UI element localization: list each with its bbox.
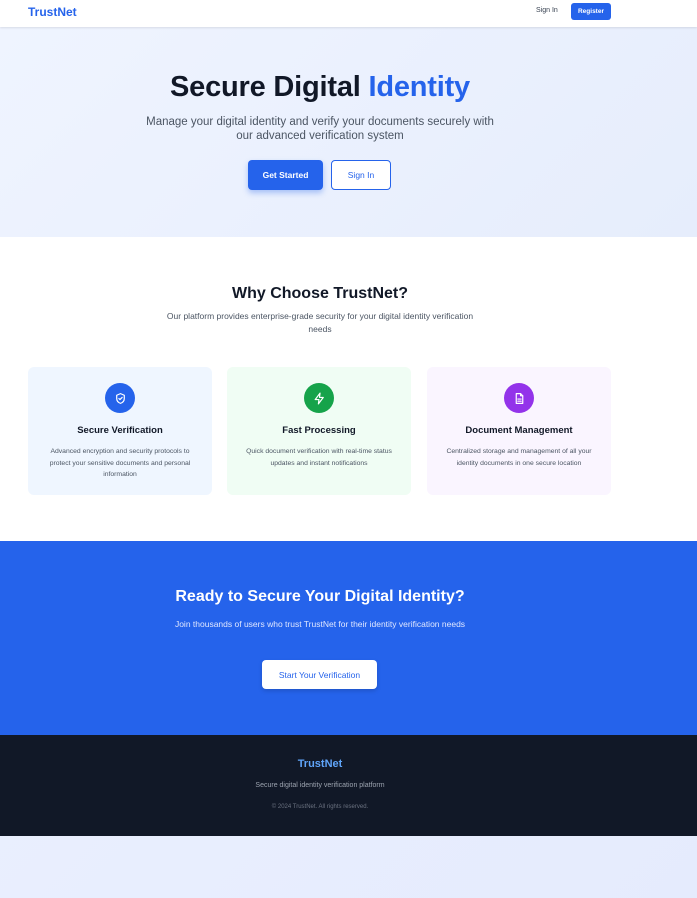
hero-title: Secure Digital Identity [0,71,640,104]
cta-heading: Ready to Secure Your Digital Identity? [175,588,465,605]
footer-copyright: © 2024 TrustNet. All rights reserved. [271,804,369,810]
feature-card-title: Document Management [465,425,573,436]
hero-title-accent: Identity [368,71,470,103]
footer-tagline: Secure digital identity verification pla… [255,782,385,789]
hero-signin-button[interactable]: Sign In [331,160,391,190]
brand-logo[interactable]: TrustNet [28,5,77,19]
shield-check-icon [105,383,135,413]
document-icon [504,383,534,413]
hero-section: Secure Digital Identity Manage your digi… [0,27,697,237]
features-heading: Why Choose TrustNet? [231,285,408,302]
features-subheading: Our platform provides enterprise-grade s… [166,311,474,334]
get-started-button[interactable]: Get Started [248,160,323,190]
top-navbar: TrustNet Sign In Register [0,0,697,27]
nav-register-button[interactable]: Register [571,3,611,20]
cta-subheading: Join thousands of users who trust TrustN… [174,619,466,629]
features-section: Why Choose TrustNet? Our platform provid… [0,237,697,541]
feature-card-document-management: Document Management Centralized storage … [427,367,611,495]
hero-subtitle: Manage your digital identity and verify … [146,116,494,142]
hero-title-main: Secure Digital [170,71,361,103]
feature-card-secure-verification: Secure Verification Advanced encryption … [28,367,212,495]
feature-card-fast-processing: Fast Processing Quick document verificat… [227,367,411,495]
start-verification-button[interactable]: Start Your Verification [262,660,377,689]
feature-card-title: Secure Verification [77,425,163,436]
feature-card-description: Quick document verification with real-ti… [246,448,392,467]
feature-card-description: Centralized storage and management of al… [446,448,592,467]
cta-section: Ready to Secure Your Digital Identity? J… [0,541,697,735]
feature-card-title: Fast Processing [282,425,356,436]
feature-card-description: Advanced encryption and security protoco… [49,448,191,478]
footer: TrustNet Secure digital identity verific… [0,735,697,836]
lightning-icon [304,383,334,413]
footer-brand: TrustNet [297,758,343,770]
nav-signin-link[interactable]: Sign In [536,7,558,14]
